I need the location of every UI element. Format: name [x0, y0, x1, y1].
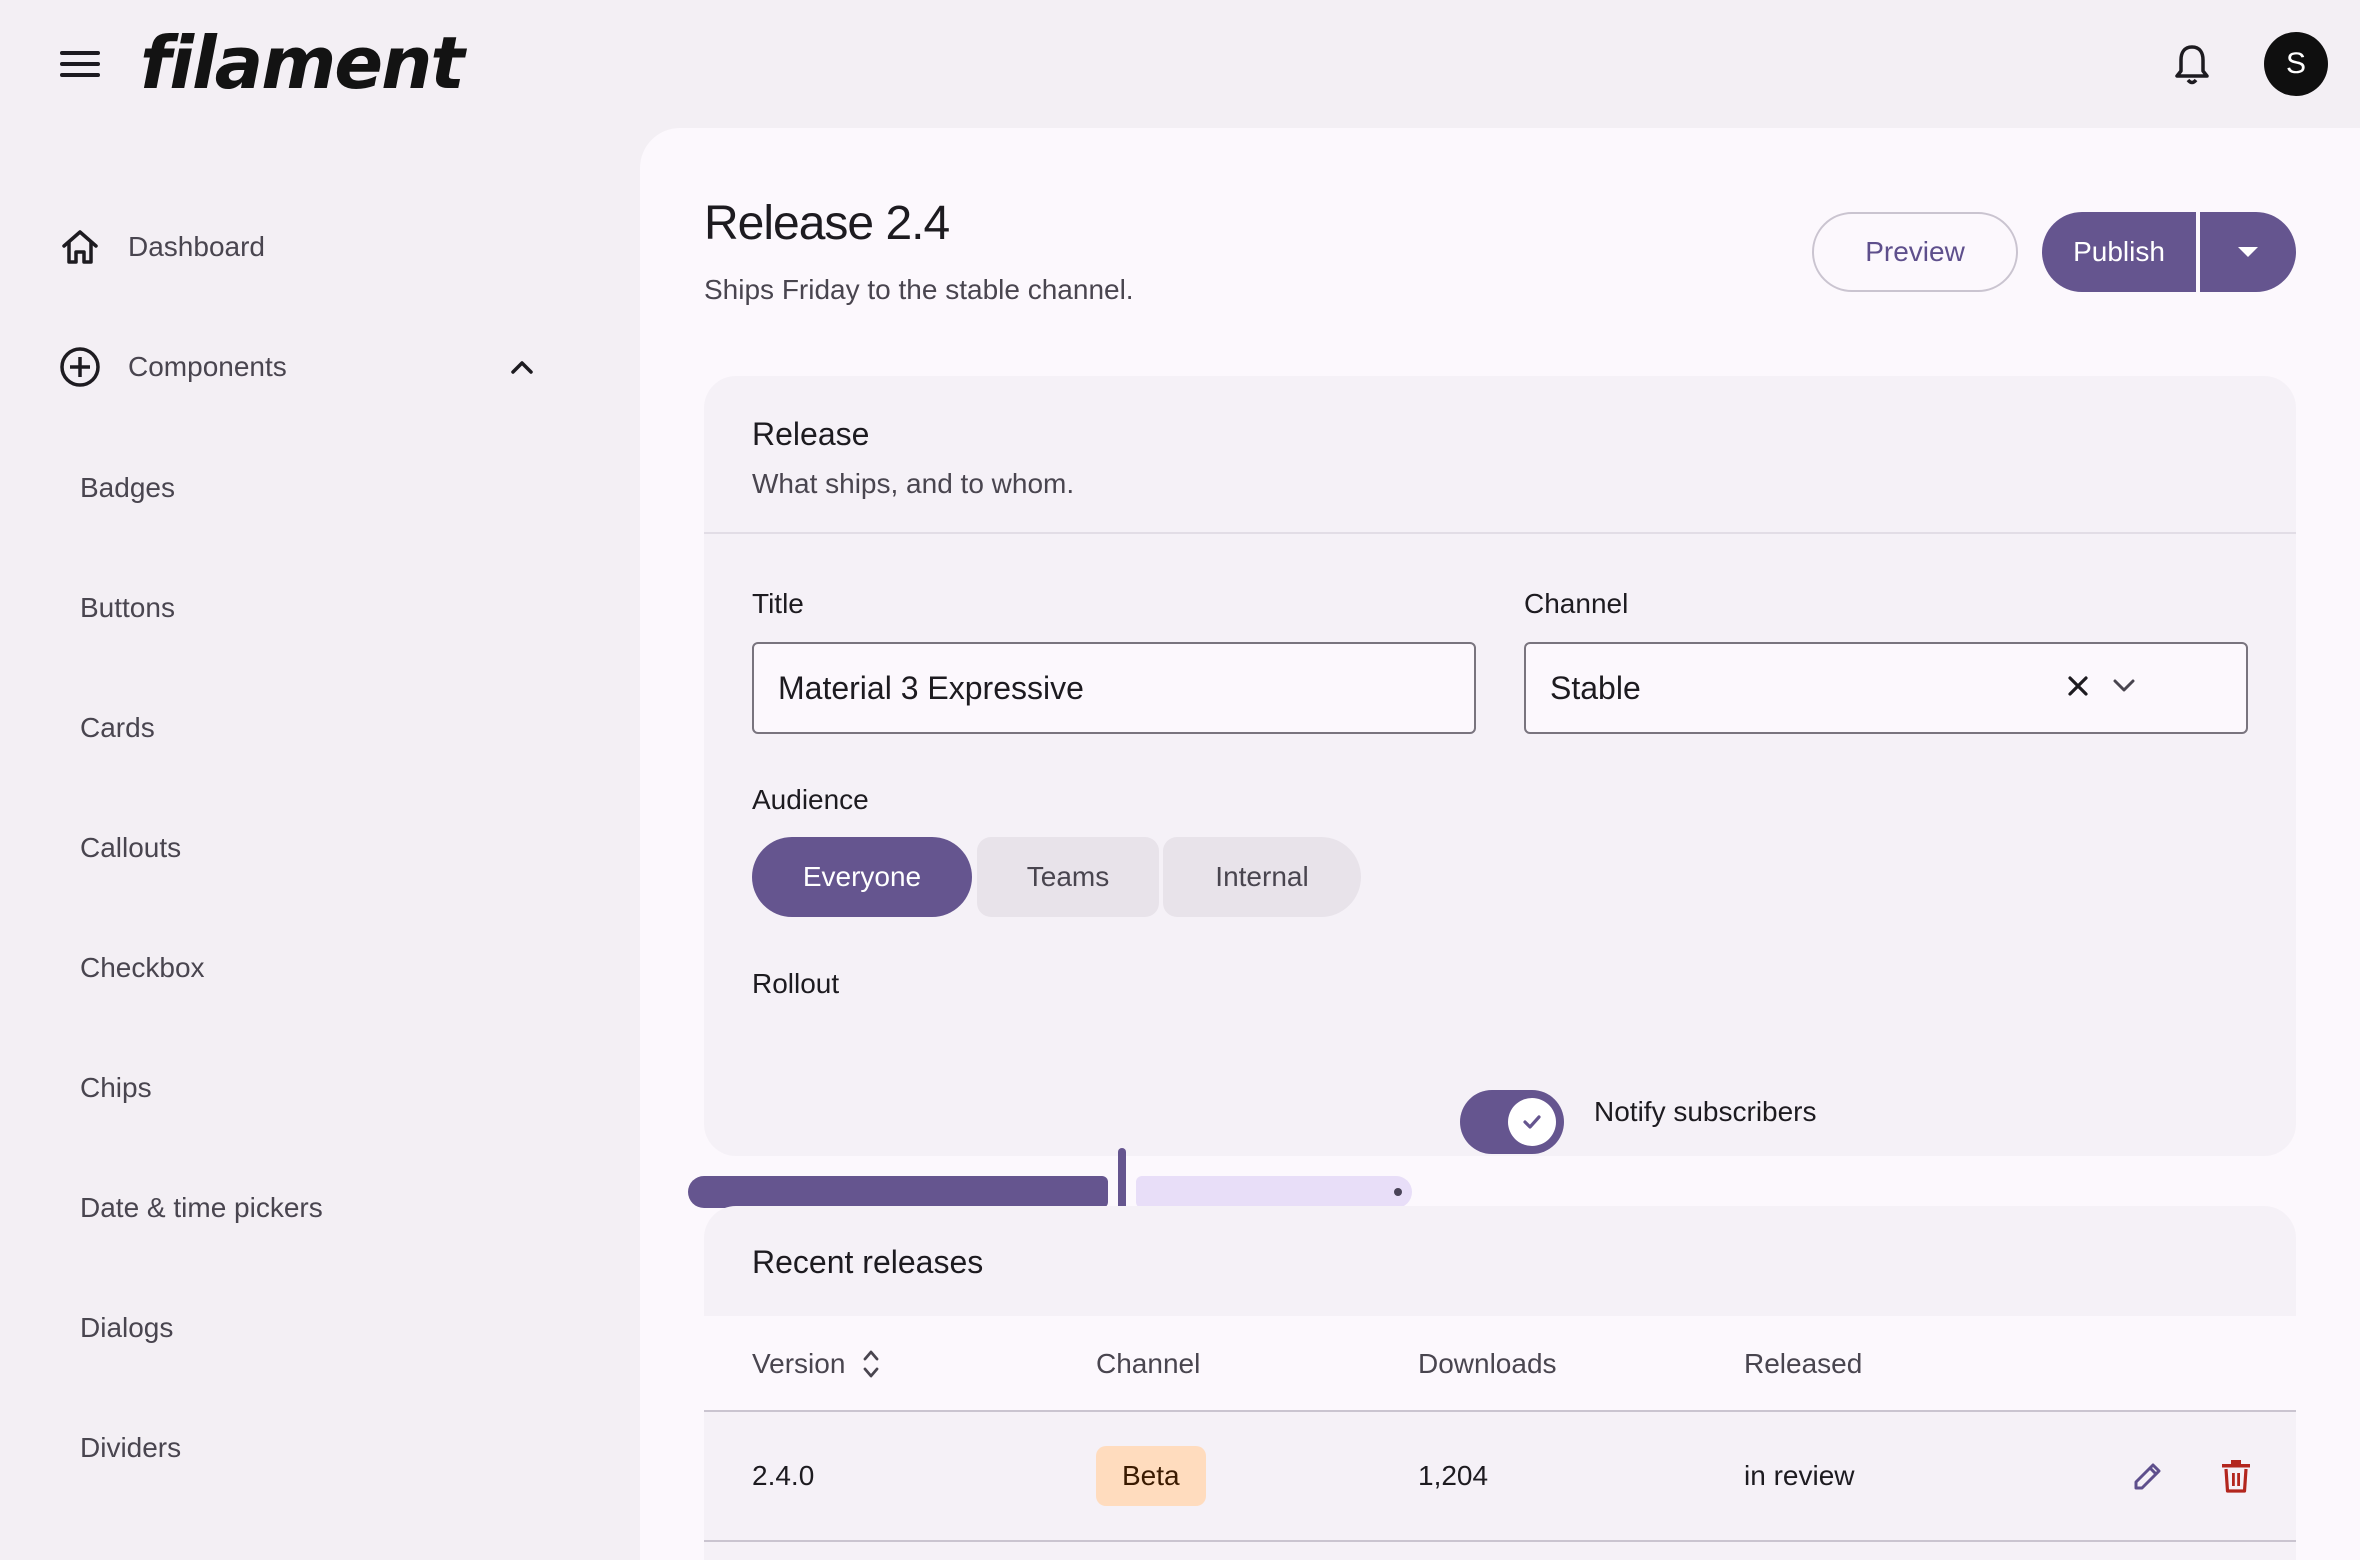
notifications-icon[interactable]	[2168, 40, 2216, 88]
channel-select-value: Stable	[1550, 669, 1641, 706]
title-field-label: Title	[752, 588, 804, 619]
top-app-bar: filament S	[0, 0, 2360, 128]
sidebar-item-label: Components	[128, 351, 287, 382]
sidebar-subitem-dividers[interactable]: Dividers	[80, 1418, 181, 1478]
title-input[interactable]	[752, 642, 1476, 734]
cell-channel: Beta	[1096, 1412, 1206, 1540]
slider-inactive-track	[1136, 1176, 1412, 1208]
sidebar-item-dashboard[interactable]: Dashboard	[56, 207, 265, 287]
notify-switch[interactable]	[1460, 1090, 1564, 1154]
column-header-version[interactable]: Version	[752, 1316, 885, 1412]
sidebar-subitem-cards[interactable]: Cards	[80, 698, 155, 758]
sidebar-subitem-dialogs[interactable]: Dialogs	[80, 1298, 173, 1358]
chevron-up-icon[interactable]	[500, 345, 544, 389]
audience-label: Audience	[752, 784, 869, 815]
sort-icon[interactable]	[857, 1344, 885, 1384]
card-subtitle: What ships, and to whom.	[752, 468, 1075, 499]
sidebar: Dashboard Components Badges Buttons Card…	[0, 128, 640, 1560]
cell-downloads: 1,204	[1418, 1460, 1489, 1491]
add-circle-icon	[56, 343, 104, 391]
sidebar-subitem-callouts[interactable]: Callouts	[80, 818, 181, 878]
sidebar-subitem-checkbox[interactable]: Checkbox	[80, 938, 205, 998]
delete-icon[interactable]	[2212, 1452, 2260, 1500]
table-row[interactable]: 2.4.0 Beta 1,204 in review	[704, 1412, 2296, 1542]
notify-label: Notify subscribers	[1594, 1096, 1817, 1127]
release-card: Release What ships, and to whom.	[704, 376, 2296, 1156]
audience-option-internal[interactable]: Internal	[1163, 837, 1361, 917]
table-header: Version Channel Downloads Released	[704, 1316, 2296, 1412]
column-header-released: Released	[1744, 1348, 1863, 1379]
page-subtitle: Ships Friday to the stable channel.	[704, 274, 1134, 305]
arrow-drop-down-icon	[2238, 247, 2258, 257]
chevron-down-icon[interactable]	[2106, 668, 2142, 704]
switch-thumb	[1508, 1098, 1556, 1146]
rollout-label: Rollout	[752, 968, 840, 999]
column-header-downloads: Downloads	[1418, 1348, 1557, 1379]
publish-button[interactable]: Publish	[2042, 212, 2196, 292]
publish-menu-button[interactable]	[2200, 212, 2296, 292]
cell-version: 2.4.0	[752, 1460, 815, 1491]
recent-releases-card: Recent releases Version Channel Download…	[704, 1206, 2296, 1560]
sidebar-item-components[interactable]: Components	[56, 327, 287, 407]
home-icon	[56, 223, 104, 271]
audience-option-everyone[interactable]: Everyone	[752, 837, 972, 917]
channel-field-label: Channel	[1524, 588, 1629, 619]
main-content: Release 2.4 Ships Friday to the stable c…	[640, 128, 2360, 1560]
sidebar-subitem-chips[interactable]: Chips	[80, 1058, 152, 1118]
clear-icon[interactable]	[2060, 668, 2096, 704]
audience-option-teams[interactable]: Teams	[977, 837, 1159, 917]
card-title: Release	[752, 416, 870, 452]
sidebar-subitem-badges[interactable]: Badges	[80, 458, 175, 518]
sidebar-subitem-buttons[interactable]: Buttons	[80, 578, 175, 638]
column-header-channel: Channel	[1096, 1348, 1201, 1379]
divider	[704, 532, 2296, 534]
edit-icon[interactable]	[2124, 1452, 2172, 1500]
avatar[interactable]: S	[2264, 32, 2328, 96]
slider-active-track	[688, 1176, 1108, 1208]
menu-icon[interactable]	[52, 42, 108, 86]
check-icon	[1522, 1114, 1542, 1130]
status-badge: Beta	[1096, 1446, 1206, 1506]
table-title: Recent releases	[752, 1244, 984, 1280]
preview-button[interactable]: Preview	[1812, 212, 2018, 292]
app-logo[interactable]: filament	[140, 18, 465, 108]
column-header-label: Version	[752, 1348, 846, 1379]
cell-released: in review	[1744, 1460, 1855, 1491]
sidebar-subitem-date-time-pickers[interactable]: Date & time pickers	[80, 1178, 323, 1238]
page-title: Release 2.4	[704, 197, 950, 250]
sidebar-item-label: Dashboard	[128, 231, 265, 262]
slider-stop-indicator	[1394, 1188, 1402, 1196]
